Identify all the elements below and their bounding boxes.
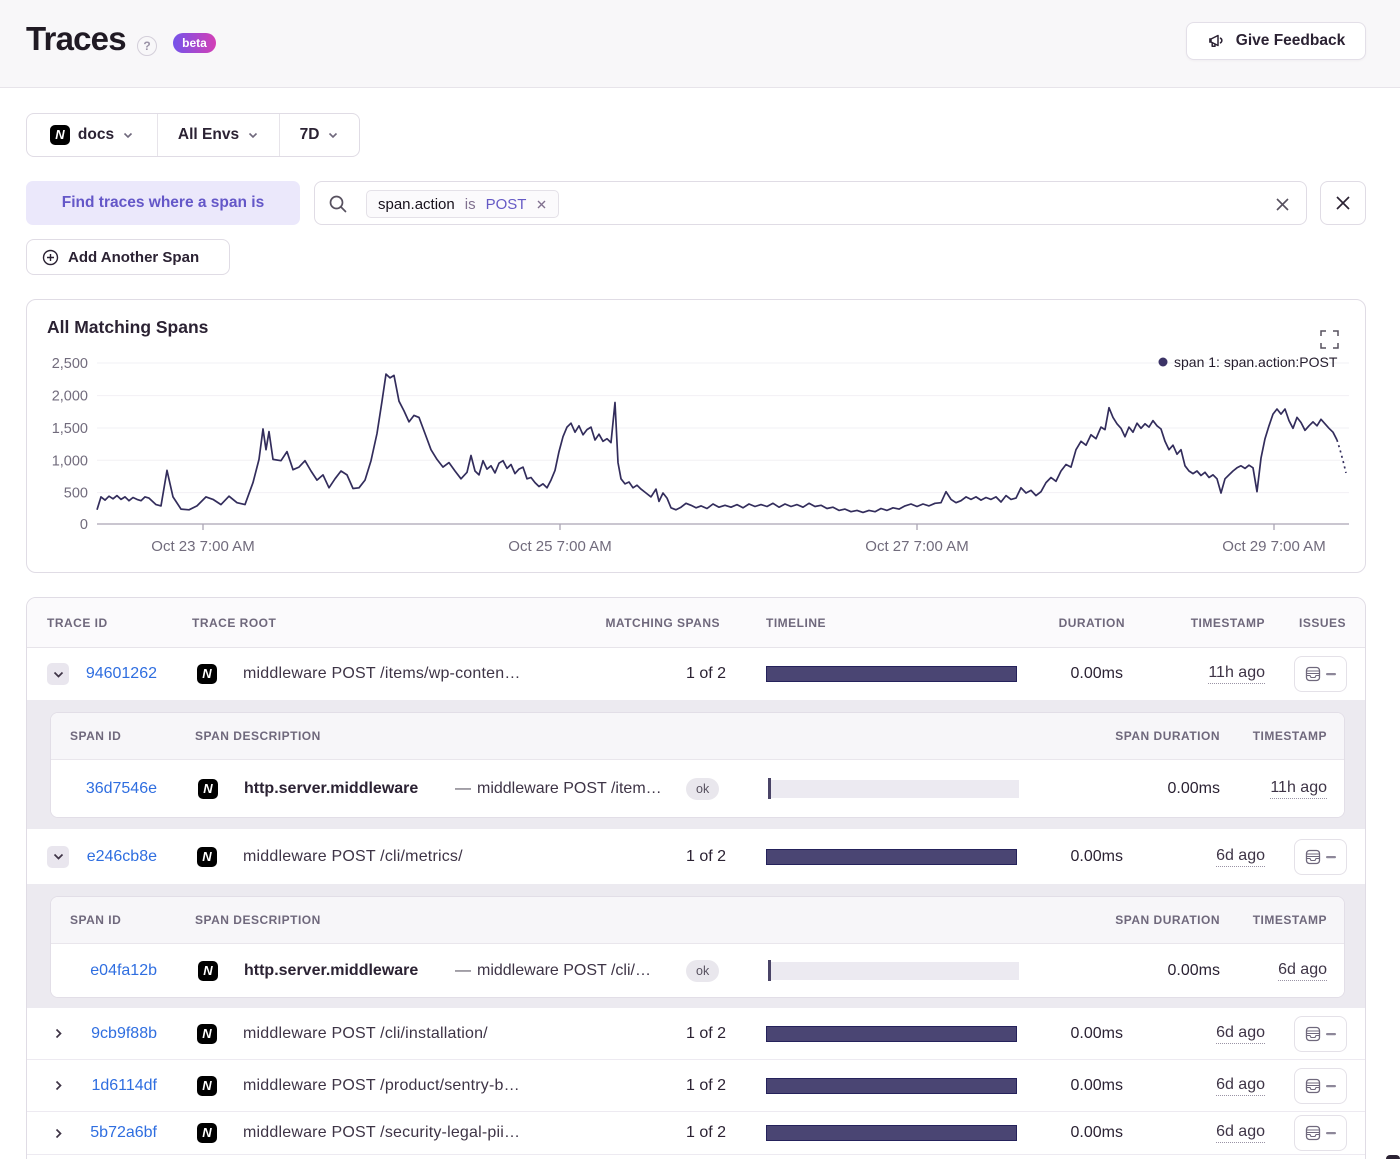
svg-text:500: 500 — [64, 486, 88, 502]
svg-text:Oct 27 7:00 AM: Oct 27 7:00 AM — [865, 538, 968, 555]
svg-text:0: 0 — [80, 517, 88, 533]
svg-text:1,500: 1,500 — [52, 421, 88, 437]
svg-text:Oct 25 7:00 AM: Oct 25 7:00 AM — [508, 538, 611, 555]
svg-text:Oct 29 7:00 AM: Oct 29 7:00 AM — [1222, 538, 1325, 555]
svg-text:1,000: 1,000 — [52, 453, 88, 469]
svg-text:Oct 23 7:00 AM: Oct 23 7:00 AM — [151, 538, 254, 555]
svg-text:2,000: 2,000 — [52, 389, 88, 405]
svg-text:span 1: span.action:POST: span 1: span.action:POST — [1174, 354, 1338, 370]
svg-text:2,500: 2,500 — [52, 356, 88, 372]
